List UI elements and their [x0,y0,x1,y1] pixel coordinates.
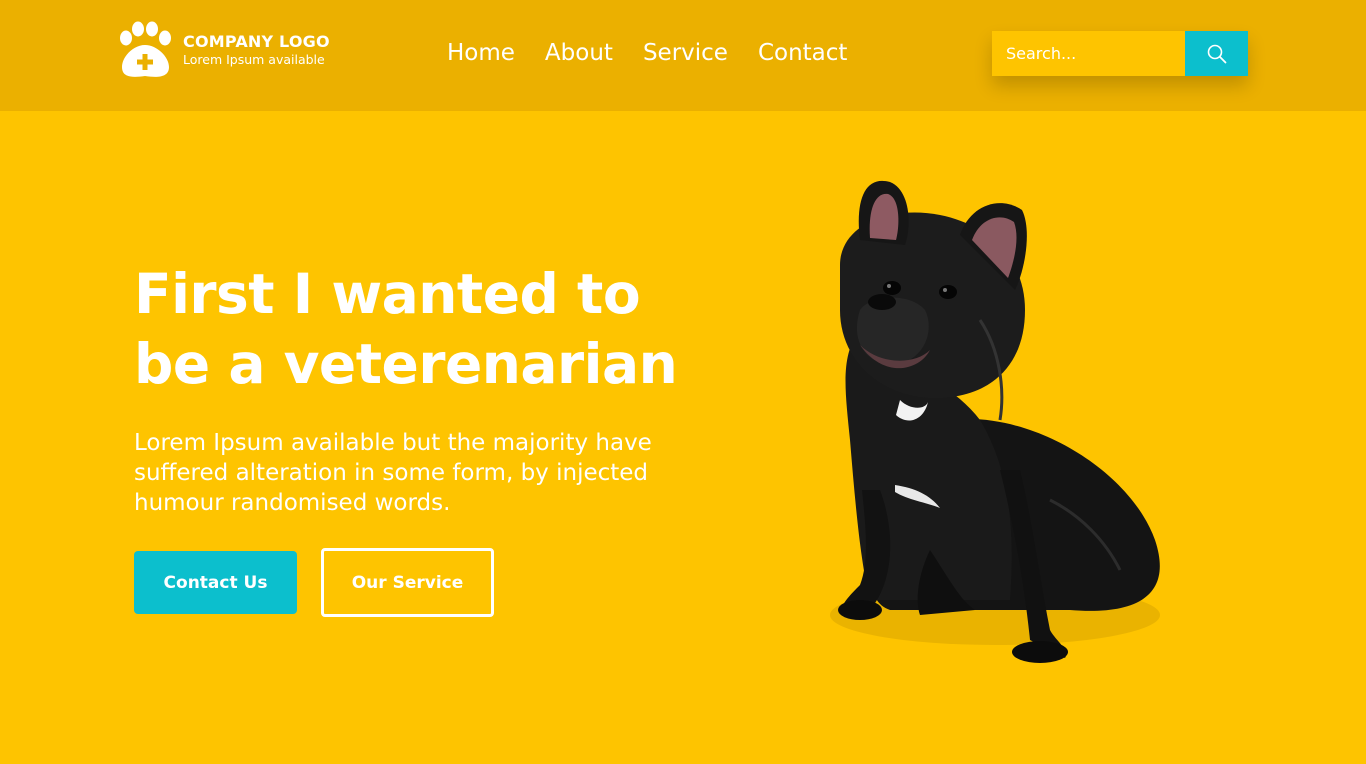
dog-image [830,180,1160,663]
site-header: COMPANY LOGO Lorem Ipsum available Home … [0,0,1366,111]
our-service-button[interactable]: Our Service [321,548,494,617]
search-bar [992,31,1248,76]
contact-us-button[interactable]: Contact Us [134,551,297,614]
nav-contact[interactable]: Contact [758,36,847,70]
hero-title: First I wanted to be a veterenarian [134,262,678,396]
hero-description: Lorem Ipsum available but the majority h… [134,430,652,516]
main-nav: Home About Service Contact [447,36,847,70]
nav-home[interactable]: Home [447,36,515,70]
paw-plus-icon [120,21,171,77]
search-button[interactable] [1185,31,1248,76]
search-icon [1207,44,1226,63]
logo-subtitle: Lorem Ipsum available [183,52,325,67]
nav-service[interactable]: Service [643,36,728,70]
logo-title: COMPANY LOGO [183,32,330,51]
search-input[interactable] [992,31,1185,76]
company-logo[interactable]: COMPANY LOGO Lorem Ipsum available [117,21,330,79]
nav-about[interactable]: About [545,36,613,70]
